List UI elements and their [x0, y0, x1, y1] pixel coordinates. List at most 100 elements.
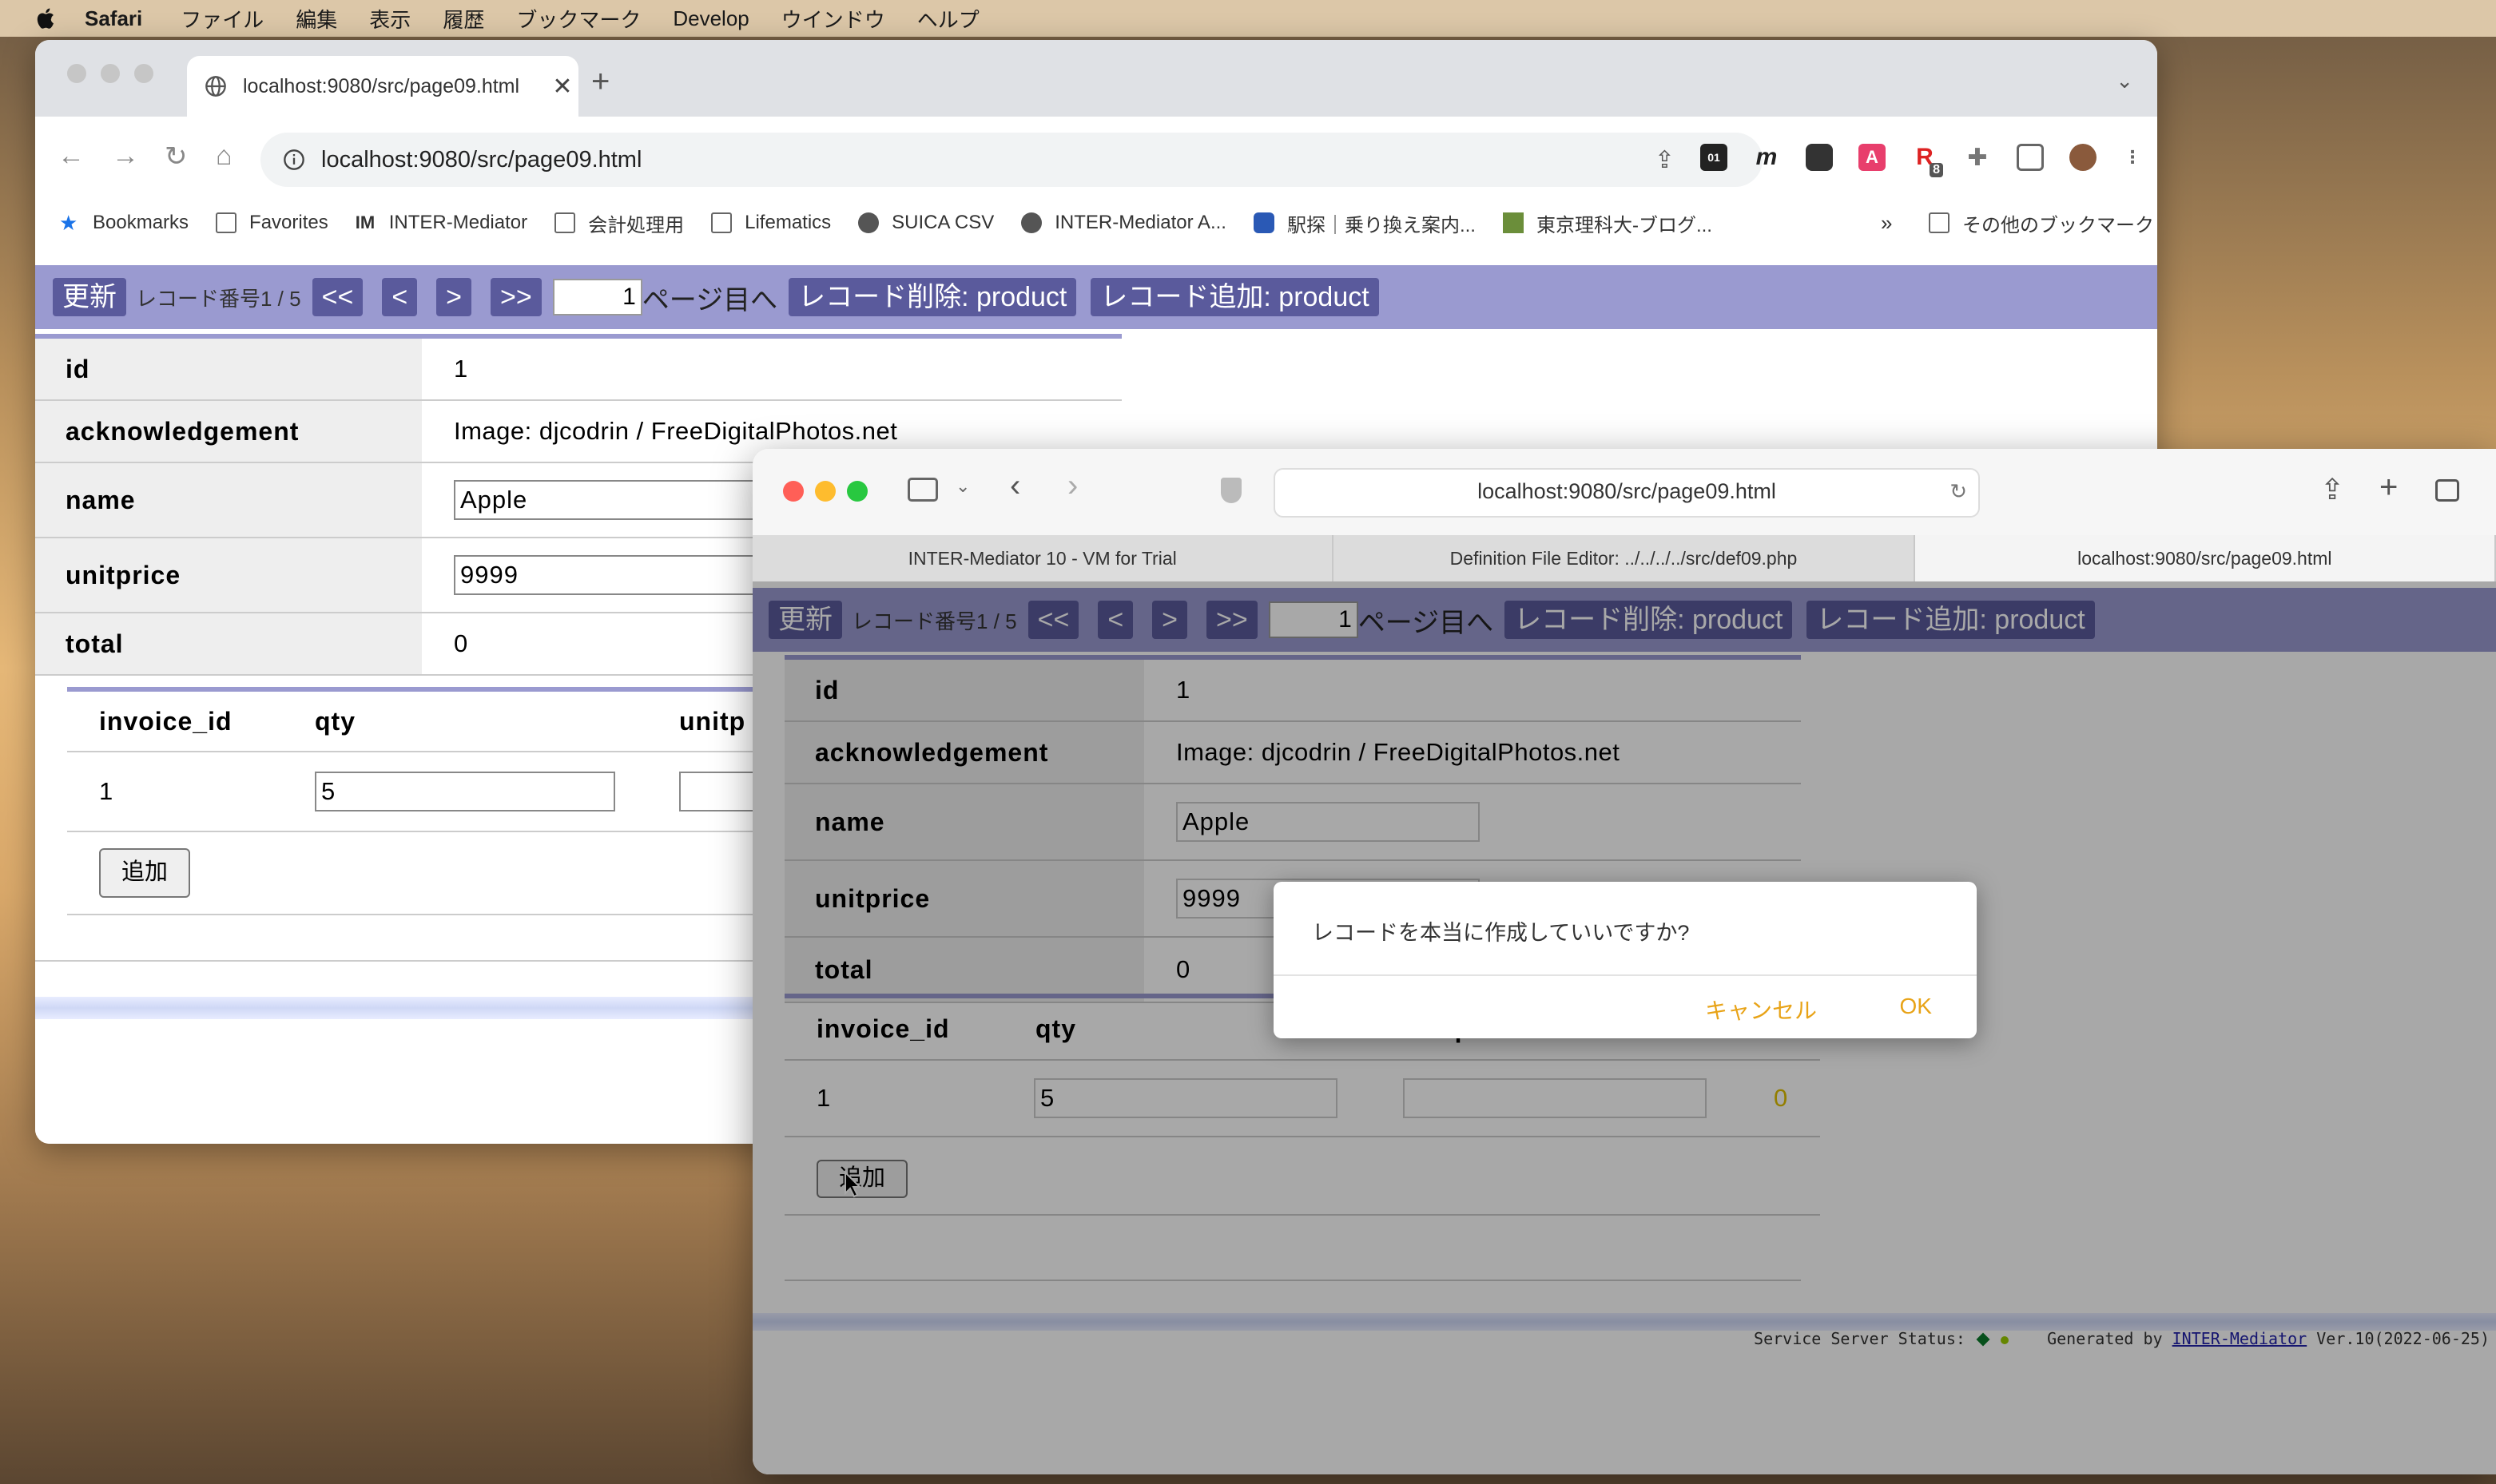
kebab-menu-icon[interactable]: ⋮ — [2119, 144, 2146, 171]
field-value: Image: djcodrin / FreeDigitalPhotos.net — [454, 417, 898, 445]
add-detail-button[interactable]: 追加 — [99, 848, 190, 898]
binary-extension-icon[interactable]: 01 — [1700, 144, 1727, 171]
m-extension-icon[interactable]: m — [1753, 144, 1780, 171]
puzzle-extensions-icon[interactable]: ✚ — [1964, 144, 1991, 171]
bookmark-item[interactable]: 東京理科大-ブログ... — [1502, 209, 1712, 237]
field-value: 0 — [454, 629, 468, 657]
url-text: localhost:9080/src/page09.html — [321, 146, 642, 173]
field-label: total — [35, 613, 422, 674]
site-info-icon[interactable] — [283, 149, 305, 171]
field-label: name — [35, 463, 422, 537]
record-row-id: id 1 — [35, 339, 1122, 401]
bookmark-item[interactable]: Lifematics — [711, 212, 831, 234]
field-label: unitprice — [35, 538, 422, 612]
menu-help[interactable]: ヘルプ — [917, 4, 980, 34]
more-bookmarks-chevron-icon[interactable]: » — [1881, 211, 1892, 236]
bookmark-item[interactable]: SUICA CSV — [858, 212, 994, 234]
bookmark-item[interactable]: IM INTER-Mediator — [356, 212, 527, 234]
dialog-cancel-button[interactable]: キャンセル — [1705, 994, 1817, 1026]
folder-icon — [1929, 212, 1950, 233]
close-tab-icon[interactable]: ✕ — [546, 73, 578, 101]
minimize-window-button[interactable] — [815, 481, 836, 502]
chrome-tab-active[interactable]: localhost:9080/src/page09.html ✕ — [187, 56, 578, 117]
new-tab-icon[interactable]: + — [2379, 470, 2398, 506]
menu-app-name[interactable]: Safari — [85, 6, 142, 31]
back-arrow-icon[interactable]: ← — [58, 141, 85, 172]
last-record-button[interactable]: >> — [491, 278, 542, 316]
unitprice-input[interactable]: 9999 — [454, 555, 754, 595]
share-icon[interactable]: ⇪ — [1655, 146, 1675, 174]
next-record-button[interactable]: > — [436, 278, 472, 316]
dialog-separator — [1274, 974, 1977, 976]
reload-icon[interactable]: ↻ — [165, 141, 188, 173]
menu-view[interactable]: 表示 — [369, 4, 411, 34]
profile-avatar[interactable] — [2069, 144, 2097, 171]
delete-record-button[interactable]: レコード削除: product — [789, 278, 1077, 316]
bookmark-item[interactable]: 会計処理用 — [554, 209, 684, 237]
menu-develop[interactable]: Develop — [673, 6, 749, 31]
bookmark-item[interactable]: 駅探｜乗り換え案内... — [1253, 209, 1476, 237]
refresh-button[interactable]: 更新 — [53, 278, 126, 316]
dialog-ok-button[interactable]: OK — [1900, 994, 1932, 1019]
menu-window[interactable]: ウインドウ — [781, 4, 885, 34]
safari-address-bar[interactable]: localhost:9080/src/page09.html ↻ — [1274, 468, 1980, 518]
privacy-shield-icon[interactable] — [1221, 478, 1242, 503]
forward-chevron-icon[interactable]: › — [1067, 468, 1078, 504]
bookmark-item[interactable]: Favorites — [216, 212, 328, 234]
tab-overview-icon[interactable] — [2435, 479, 2459, 502]
globe-icon — [858, 212, 880, 233]
chevron-down-icon[interactable]: ⌄ — [956, 476, 970, 497]
close-window-button[interactable] — [67, 64, 86, 83]
globe-icon — [1021, 212, 1043, 233]
r-extension-icon[interactable]: R8 — [1911, 144, 1943, 177]
folder-icon — [711, 212, 733, 233]
column-header-invoice-id: invoice_id — [99, 706, 233, 736]
previous-record-button[interactable]: < — [382, 278, 418, 316]
site-icon — [1502, 212, 1524, 233]
menu-edit[interactable]: 編集 — [296, 4, 337, 34]
safari-tab-bar: INTER-Mediator 10 - VM for Trial Definit… — [753, 535, 2496, 581]
side-panel-icon[interactable] — [2017, 144, 2044, 171]
first-record-button[interactable]: << — [312, 278, 364, 316]
apple-menu-icon[interactable] — [34, 6, 56, 30]
other-bookmarks[interactable]: その他のブックマーク — [1929, 209, 2154, 237]
tab-search-chevron-icon[interactable]: ⌄ — [2116, 69, 2133, 93]
column-header-qty: qty — [315, 706, 356, 736]
safari-titlebar: ⌄ ‹ › localhost:9080/src/page09.html ↻ ⇪… — [753, 449, 2496, 535]
field-value: 1 — [454, 355, 468, 383]
home-icon[interactable]: ⌂ — [216, 141, 233, 172]
menu-bookmarks[interactable]: ブックマーク — [516, 4, 641, 34]
address-bar[interactable]: localhost:9080/src/page09.html ⇪ ☆ — [260, 133, 1763, 187]
folder-icon — [216, 212, 237, 233]
ekitan-icon — [1253, 212, 1274, 233]
zoom-window-button[interactable] — [847, 481, 868, 502]
cube-extension-icon[interactable] — [1806, 144, 1833, 171]
new-tab-icon[interactable]: + — [591, 64, 610, 100]
safari-tab[interactable]: Definition File Editor: ../../../../src/… — [1333, 535, 1915, 581]
tab-title: localhost:9080/src/page09.html — [243, 74, 520, 97]
a-extension-icon[interactable]: A — [1858, 144, 1886, 171]
add-record-button[interactable]: レコード追加: product — [1091, 278, 1379, 316]
name-input[interactable]: Apple — [454, 480, 754, 520]
back-chevron-icon[interactable]: ‹ — [1010, 468, 1020, 504]
window-controls — [783, 481, 868, 502]
im-navigation-bar: 更新 レコード番号1 / 5 << < > >> 1 ページ目へ レコード削除:… — [35, 265, 2157, 329]
bookmark-item[interactable]: ★ Bookmarks — [59, 212, 189, 234]
share-icon[interactable]: ⇪ — [2320, 473, 2344, 506]
page-number-input[interactable]: 1 — [552, 279, 642, 315]
field-label: acknowledgement — [35, 401, 422, 462]
window-controls — [67, 64, 153, 83]
sidebar-toggle-icon[interactable] — [908, 478, 938, 502]
zoom-window-button[interactable] — [134, 64, 153, 83]
menu-history[interactable]: 履歴 — [443, 4, 484, 34]
forward-arrow-icon[interactable]: → — [112, 141, 139, 172]
bookmark-item[interactable]: INTER-Mediator A... — [1021, 212, 1226, 234]
safari-tab-active[interactable]: localhost:9080/src/page09.html — [1914, 535, 2496, 581]
menu-file[interactable]: ファイル — [181, 4, 264, 34]
safari-tab[interactable]: INTER-Mediator 10 - VM for Trial — [753, 535, 1334, 581]
reload-icon[interactable]: ↻ — [1950, 470, 1967, 513]
minimize-window-button[interactable] — [101, 64, 120, 83]
confirm-dialog: レコードを本当に作成していいですか? キャンセル OK — [1274, 882, 1977, 1038]
close-window-button[interactable] — [783, 481, 804, 502]
qty-input[interactable]: 5 — [315, 772, 615, 811]
